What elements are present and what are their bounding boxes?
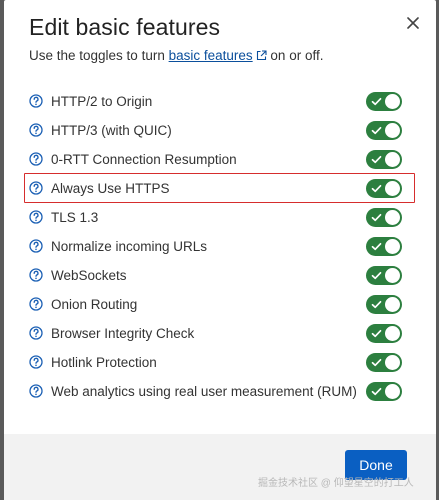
subtitle-text-before: Use the toggles to turn — [29, 48, 165, 63]
feature-toggle[interactable] — [366, 207, 402, 227]
feature-label: Browser Integrity Check — [51, 325, 195, 341]
toggle-knob — [385, 354, 400, 370]
watermark: 掘金技术社区 @ 仰望星空的打工人 — [258, 478, 414, 489]
feature-row: HTTP/2 to Origin — [29, 90, 402, 112]
basic-features-link[interactable]: basic features — [169, 48, 267, 63]
feature-toggle[interactable] — [366, 294, 402, 314]
feature-row: Onion Routing — [29, 293, 402, 315]
feature-row: WebSockets — [29, 264, 402, 286]
feature-row: 0-RTT Connection Resumption — [29, 148, 402, 170]
feature-row: TLS 1.3 — [29, 206, 402, 228]
feature-toggle[interactable] — [366, 236, 402, 256]
help-icon[interactable] — [29, 239, 43, 253]
feature-row: Hotlink Protection — [29, 351, 402, 373]
basic-features-link-text[interactable]: basic features — [169, 48, 253, 63]
feature-label: Onion Routing — [51, 296, 138, 312]
feature-label: Hotlink Protection — [51, 354, 157, 370]
help-icon[interactable] — [29, 355, 43, 369]
toggle-knob — [385, 296, 400, 312]
feature-row: Normalize incoming URLs — [29, 235, 402, 257]
help-icon[interactable] — [29, 123, 43, 137]
feature-label: 0-RTT Connection Resumption — [51, 151, 237, 167]
help-icon[interactable] — [29, 326, 43, 340]
toggle-knob — [385, 93, 400, 109]
feature-label: Normalize incoming URLs — [51, 238, 208, 254]
feature-toggle[interactable] — [366, 323, 402, 343]
subtitle-text-after: on or off. — [270, 48, 324, 63]
check-icon — [371, 271, 382, 279]
help-icon[interactable] — [29, 210, 43, 224]
help-icon[interactable] — [29, 268, 43, 282]
feature-toggle[interactable] — [366, 352, 402, 372]
toggle-knob — [385, 122, 400, 138]
feature-row: HTTP/3 (with QUIC) — [29, 119, 402, 141]
feature-label: Web analytics using real user measuremen… — [51, 383, 357, 399]
feature-toggle[interactable] — [366, 120, 402, 140]
check-icon — [371, 126, 382, 134]
feature-label: HTTP/3 (with QUIC) — [51, 122, 172, 138]
check-icon — [371, 242, 382, 250]
toggle-knob — [385, 325, 400, 341]
toggle-knob — [385, 151, 400, 167]
feature-toggle[interactable] — [366, 91, 402, 111]
toggle-knob — [385, 238, 400, 254]
check-icon — [371, 387, 382, 395]
close-button[interactable] — [400, 10, 426, 36]
feature-label: HTTP/2 to Origin — [51, 93, 153, 109]
check-icon — [371, 155, 382, 163]
feature-row: Web analytics using real user measuremen… — [29, 380, 402, 402]
help-icon[interactable] — [29, 297, 43, 311]
toggle-knob — [385, 209, 400, 225]
check-icon — [371, 358, 382, 366]
external-link-icon — [256, 50, 267, 61]
feature-label: WebSockets — [51, 267, 127, 283]
dialog-subtitle: Use the toggles to turn basic features o… — [29, 48, 323, 63]
check-icon — [371, 300, 382, 308]
feature-toggle[interactable] — [366, 265, 402, 285]
close-icon — [407, 17, 419, 29]
feature-toggle[interactable] — [366, 381, 402, 401]
toggle-knob — [385, 383, 400, 399]
feature-toggle[interactable] — [366, 149, 402, 169]
dialog-title: Edit basic features — [29, 14, 221, 40]
highlight-box — [24, 173, 415, 203]
check-icon — [371, 329, 382, 337]
check-icon — [371, 97, 382, 105]
toggle-knob — [385, 267, 400, 283]
help-icon[interactable] — [29, 384, 43, 398]
check-icon — [371, 213, 382, 221]
help-icon[interactable] — [29, 152, 43, 166]
feature-row: Browser Integrity Check — [29, 322, 402, 344]
help-icon[interactable] — [29, 94, 43, 108]
feature-label: TLS 1.3 — [51, 209, 99, 225]
